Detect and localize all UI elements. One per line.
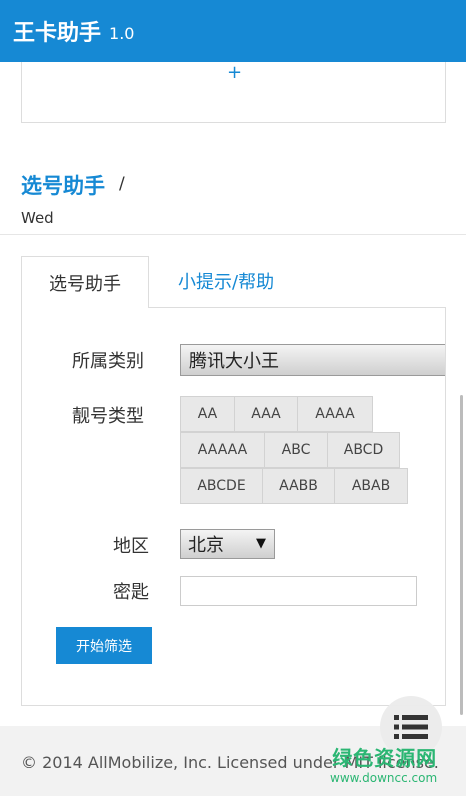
tab-tips-help[interactable]: 小提示/帮助 <box>178 268 274 294</box>
watermark: 绿色资源网 www.downcc.com <box>330 742 437 785</box>
section-title: 选号助手 <box>21 174 105 198</box>
top-card: + <box>21 62 446 123</box>
menu-icon <box>394 715 428 739</box>
form-panel <box>21 307 446 706</box>
plus-icon[interactable]: + <box>227 62 242 83</box>
scrollbar[interactable] <box>460 395 463 715</box>
divider <box>0 234 466 235</box>
watermark-main: 绿色资源网 <box>332 746 438 770</box>
app-bar: 王卡助手 1.0 <box>0 0 466 62</box>
tab-label: 选号助手 <box>49 273 121 295</box>
weekday-label: Wed <box>21 209 54 227</box>
tab-number-helper[interactable]: 选号助手 <box>21 256 149 308</box>
section-slash: / <box>119 174 125 194</box>
app-version: 1.0 <box>109 23 135 43</box>
watermark-url: www.downcc.com <box>330 771 438 785</box>
app-title: 王卡助手 <box>13 21 102 46</box>
